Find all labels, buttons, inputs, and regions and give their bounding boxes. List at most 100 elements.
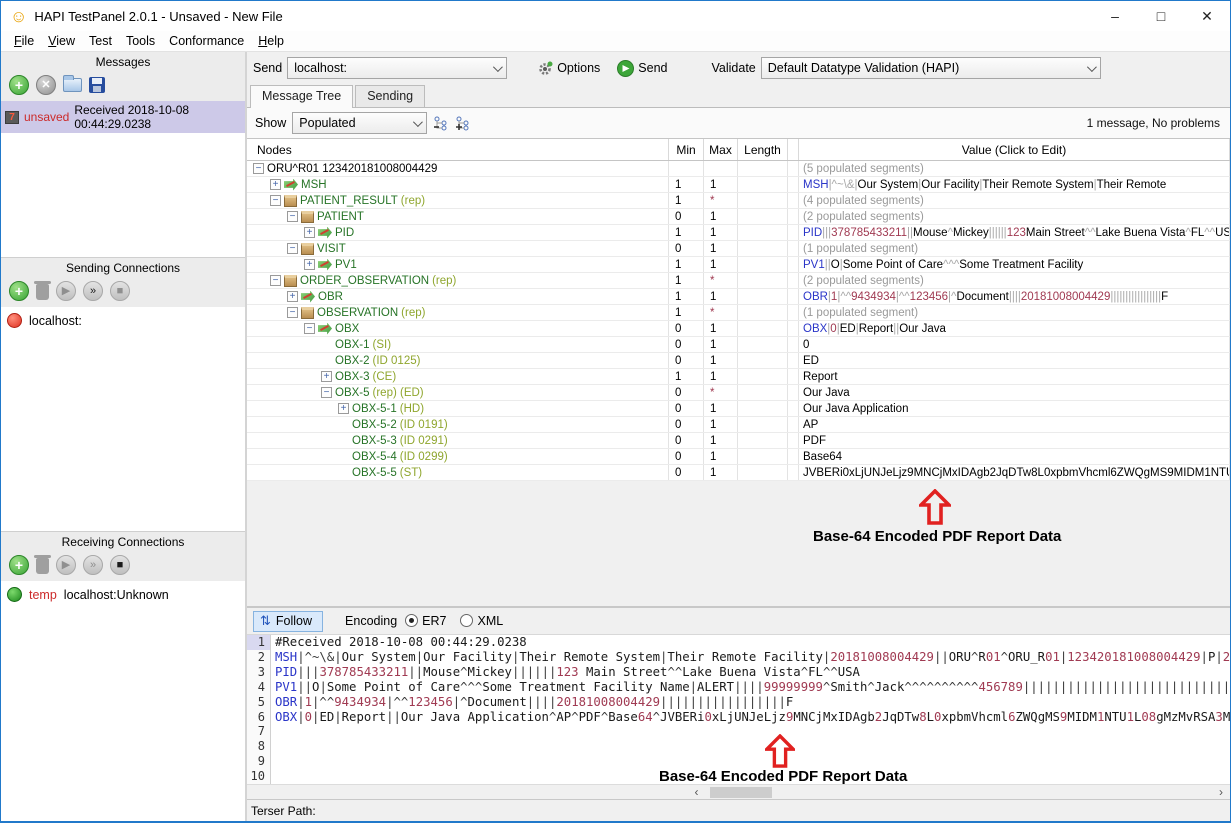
table-row[interactable]: − OBX-5 (rep) (ED) 0 * Our Java <box>247 385 1230 401</box>
line-content[interactable] <box>271 724 1230 739</box>
tree-toggle[interactable]: − <box>270 275 281 286</box>
start-all-connections-button[interactable]: » <box>83 281 103 301</box>
line-content[interactable]: PID|||378785433211||Mouse^Mickey||||||12… <box>271 665 1230 680</box>
value-cell[interactable]: Base64 <box>799 449 1230 464</box>
tree-toggle[interactable]: − <box>287 211 298 222</box>
radio-er7[interactable]: ER7 <box>405 614 446 628</box>
column-header-value[interactable]: Value (Click to Edit) <box>799 139 1230 160</box>
maximize-button[interactable]: □ <box>1138 1 1184 31</box>
tree-toggle[interactable]: + <box>287 291 298 302</box>
value-cell[interactable]: Our Java <box>799 385 1230 400</box>
message-list-item[interactable]: 7 unsaved Received 2018-10-08 00:44:29.0… <box>1 101 245 133</box>
value-cell[interactable]: OBX|0|ED|Report||Our Java <box>799 321 1230 336</box>
tree-toggle[interactable]: + <box>304 259 315 270</box>
value-cell[interactable]: (1 populated segment) <box>799 305 1230 320</box>
tree-toggle[interactable]: + <box>270 179 281 190</box>
tree-toggle[interactable]: − <box>287 307 298 318</box>
tree-toggle[interactable]: − <box>270 195 281 206</box>
delete-connection-icon[interactable] <box>36 284 49 300</box>
scroll-right-icon[interactable]: › <box>1212 785 1230 799</box>
tree-toggle[interactable] <box>338 467 349 478</box>
horizontal-scrollbar[interactable]: ‹ › <box>247 784 1230 799</box>
table-row[interactable]: + OBX-5-1 (HD) 0 1 Our Java Application <box>247 401 1230 417</box>
value-cell[interactable]: PV1||O|Some Point of Care^^^Some Treatme… <box>799 257 1230 272</box>
tree-toggle[interactable]: − <box>287 243 298 254</box>
tree-toggle[interactable] <box>338 435 349 446</box>
save-icon[interactable] <box>89 77 105 93</box>
menu-item-view[interactable]: View <box>41 33 82 49</box>
receiving-connection-item[interactable]: temp localhost:Unknown <box>1 581 245 604</box>
tree-toggle[interactable]: − <box>253 163 264 174</box>
table-row[interactable]: − ORDER_OBSERVATION (rep) 1 * (2 populat… <box>247 273 1230 289</box>
menu-item-test[interactable]: Test <box>82 33 119 49</box>
table-row[interactable]: + PV1 1 1 PV1||O|Some Point of Care^^^So… <box>247 257 1230 273</box>
start-connection-button[interactable]: ▶ <box>56 281 76 301</box>
tab-sending[interactable]: Sending <box>355 85 425 107</box>
line-content[interactable]: PV1||O|Some Point of Care^^^Some Treatme… <box>271 680 1230 695</box>
minimize-button[interactable]: – <box>1092 1 1138 31</box>
value-cell[interactable]: MSH|^~\&|Our System|Our Facility|Their R… <box>799 177 1230 192</box>
table-row[interactable]: + MSH 1 1 MSH|^~\&|Our System|Our Facili… <box>247 177 1230 193</box>
options-button[interactable]: Options <box>531 58 606 78</box>
table-row[interactable]: − VISIT 0 1 (1 populated segment) <box>247 241 1230 257</box>
table-row[interactable]: + OBX-3 (CE) 1 1 Report <box>247 369 1230 385</box>
add-receiving-connection-button[interactable]: + <box>9 555 29 575</box>
delete-receiving-connection-icon[interactable] <box>36 558 49 574</box>
value-cell[interactable]: JVBERi0xLjUNJeLjz9MNCjMxIDAgb2JqDTw8L0xp… <box>799 465 1230 480</box>
line-content[interactable]: OBR|1|^^9434934|^^123456|^Document||||20… <box>271 695 1230 710</box>
line-content[interactable] <box>271 739 1230 754</box>
line-content[interactable]: OBX|0|ED|Report||Our Java Application^AP… <box>271 710 1230 725</box>
validate-combobox[interactable]: Default Datatype Validation (HAPI) <box>761 57 1101 79</box>
table-row[interactable]: − PATIENT_RESULT (rep) 1 * (4 populated … <box>247 193 1230 209</box>
value-cell[interactable]: (5 populated segments) <box>799 161 1230 176</box>
close-message-button[interactable]: ✕ <box>36 75 56 95</box>
stop-receiving-button[interactable]: ■ <box>110 555 130 575</box>
tree-toggle[interactable]: + <box>304 227 315 238</box>
column-header-min[interactable]: Min <box>669 139 704 160</box>
add-message-button[interactable]: + <box>9 75 29 95</box>
line-content[interactable]: #Received 2018-10-08 00:44:29.0238 <box>271 635 1230 650</box>
line-content[interactable] <box>271 769 1230 784</box>
add-connection-button[interactable]: + <box>9 281 29 301</box>
menu-item-file[interactable]: File <box>7 33 41 49</box>
value-cell[interactable]: AP <box>799 417 1230 432</box>
close-button[interactable]: ✕ <box>1184 1 1230 31</box>
radio-xml[interactable]: XML <box>460 614 503 628</box>
tree-toggle[interactable] <box>338 419 349 430</box>
stop-connection-button[interactable]: ■ <box>110 281 130 301</box>
table-row[interactable]: + OBR 1 1 OBR|1|^^9434934|^^123456|^Docu… <box>247 289 1230 305</box>
follow-toggle-button[interactable]: ⇅ Follow <box>253 611 323 632</box>
start-receiving-button[interactable]: ▶ <box>56 555 76 575</box>
start-all-receiving-button[interactable]: » <box>83 555 103 575</box>
er7-editor[interactable]: 1 #Received 2018-10-08 00:44:29.0238 2 M… <box>247 635 1230 784</box>
tree-toggle[interactable] <box>321 355 332 366</box>
value-cell[interactable]: PID|||378785433211||Mouse^Mickey||||||12… <box>799 225 1230 240</box>
value-cell[interactable]: (2 populated segments) <box>799 273 1230 288</box>
sending-connection-item[interactable]: localhost: <box>1 307 245 330</box>
tree-toggle[interactable]: − <box>321 387 332 398</box>
value-cell[interactable]: (4 populated segments) <box>799 193 1230 208</box>
value-cell[interactable]: ED <box>799 353 1230 368</box>
tree-toggle[interactable] <box>338 451 349 462</box>
table-row[interactable]: OBX-5-2 (ID 0191) 0 1 AP <box>247 417 1230 433</box>
scrollbar-thumb[interactable] <box>710 787 772 798</box>
line-content[interactable]: MSH|^~\&|Our System|Our Facility|Their R… <box>271 650 1230 665</box>
table-row[interactable]: OBX-1 (SI) 0 1 0 <box>247 337 1230 353</box>
table-row[interactable]: OBX-5-4 (ID 0299) 0 1 Base64 <box>247 449 1230 465</box>
scroll-left-icon[interactable]: ‹ <box>688 785 706 799</box>
table-row[interactable]: − OBSERVATION (rep) 1 * (1 populated seg… <box>247 305 1230 321</box>
table-row[interactable]: OBX-5-5 (ST) 0 1 JVBERi0xLjUNJeLjz9MNCjM… <box>247 465 1230 481</box>
tree-toggle[interactable] <box>321 339 332 350</box>
column-header-max[interactable]: Max <box>704 139 738 160</box>
open-file-icon[interactable] <box>63 78 82 92</box>
show-combobox[interactable]: Populated <box>292 112 427 134</box>
tree-toggle[interactable]: + <box>338 403 349 414</box>
tree-toggle[interactable]: + <box>321 371 332 382</box>
tab-message-tree[interactable]: Message Tree <box>250 85 353 108</box>
table-row[interactable]: − PATIENT 0 1 (2 populated segments) <box>247 209 1230 225</box>
send-button[interactable]: Send <box>611 58 673 79</box>
send-target-combobox[interactable]: localhost: <box>287 57 507 79</box>
line-content[interactable] <box>271 754 1230 769</box>
column-header-nodes[interactable]: Nodes <box>247 139 669 160</box>
value-cell[interactable]: Our Java Application <box>799 401 1230 416</box>
